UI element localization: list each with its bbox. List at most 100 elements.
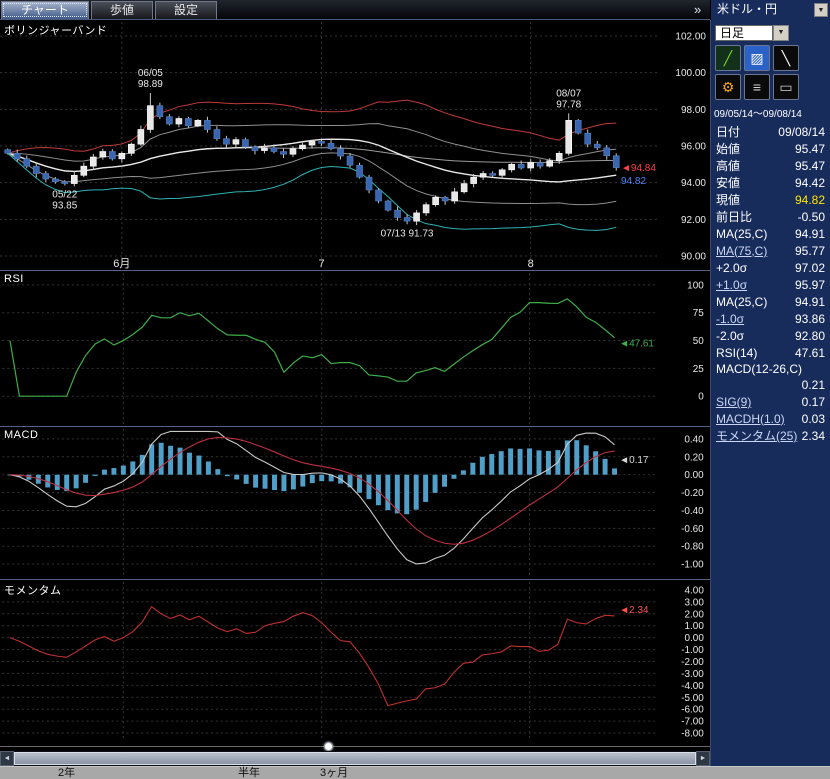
macd-panel-title: MACD <box>4 429 38 441</box>
y-axis-tick: 4.00 <box>685 585 705 596</box>
candle <box>5 150 11 154</box>
macd-hist-bar <box>603 459 608 475</box>
quote-label: -2.0σ <box>716 329 744 343</box>
tab-chart[interactable]: チャート <box>1 1 89 19</box>
y-axis-tick: 50 <box>693 336 705 347</box>
candle <box>24 159 30 166</box>
y-axis-tick: 75 <box>693 308 705 319</box>
quote-value: 0.17 <box>802 395 825 409</box>
quote-label: +2.0σ <box>716 261 747 275</box>
rsi-chart: 1007550250◄47.61 <box>0 271 710 426</box>
candle <box>395 210 401 217</box>
quote-label[interactable]: モメンタム(25) <box>716 427 797 444</box>
period-select[interactable]: 日足 <box>715 25 773 41</box>
candle <box>585 133 591 144</box>
macd-panel[interactable]: MACD 0.400.200.00-0.20-0.40-0.60-0.80-1.… <box>0 426 710 579</box>
candle <box>490 174 496 176</box>
range-option[interactable]: 2年 <box>58 767 75 779</box>
date-range-label: 09/05/14～09/08/14 <box>714 105 827 120</box>
macd-hist-bar <box>263 475 268 489</box>
chart-annotation: 07/13 91.73 <box>381 228 434 239</box>
y-axis-tick: 98.00 <box>681 105 706 116</box>
instrument-label: 米ドル・円 <box>717 2 777 16</box>
quote-value: 95.47 <box>795 159 825 173</box>
settings-gear-tool-button[interactable]: ⚙ <box>715 74 741 100</box>
instrument-selector[interactable]: 米ドル・円 ▼ <box>710 0 830 20</box>
y-axis-tick: -1.00 <box>681 560 704 571</box>
rsi-line <box>10 299 615 396</box>
macd-hist-bar <box>111 468 116 475</box>
quote-label: 前日比 <box>716 208 752 225</box>
macd-hist-bar <box>461 470 466 474</box>
range-option[interactable]: 半年 <box>238 767 260 779</box>
trendline-tool-button[interactable]: ╲ <box>773 45 799 71</box>
candle <box>128 144 134 153</box>
macd-hist-bar <box>518 449 523 475</box>
quote-row: MACDH(1.0)0.03 <box>711 410 830 427</box>
zoom-slider[interactable] <box>0 742 710 751</box>
tab-settings[interactable]: 設定 <box>155 1 217 19</box>
y-axis-tick: 96.00 <box>681 142 706 153</box>
bollinger-panel[interactable]: ボリンジャーバンド 102.00100.0098.0096.0094.0092.… <box>0 20 710 270</box>
quote-value: 95.77 <box>795 244 825 258</box>
zoom-slider-track[interactable] <box>0 746 710 747</box>
chart-annotation: 06/05 <box>138 68 163 79</box>
macd-hist-bar <box>451 475 456 479</box>
quote-label[interactable]: MACDH(1.0) <box>716 412 785 426</box>
candle <box>357 165 363 177</box>
macd-hist-bar <box>149 444 154 474</box>
quote-value: 97.02 <box>795 261 825 275</box>
chart-annotation: 08/07 <box>556 88 581 99</box>
quote-label[interactable]: SIG(9) <box>716 395 751 409</box>
candle <box>119 153 125 159</box>
candle <box>52 179 58 182</box>
scroll-right-icon[interactable]: ► <box>696 751 710 766</box>
quote-row: -2.0σ92.80 <box>711 327 830 344</box>
horizontal-line-tool-button[interactable]: ≡ <box>744 74 770 100</box>
y-axis-tick: -2.00 <box>681 657 704 668</box>
range-option[interactable]: 3ヶ月 <box>320 767 348 779</box>
settings-gear-tool-icon: ⚙ <box>722 79 735 95</box>
quote-row: SIG(9) 0.17 <box>711 393 830 410</box>
scrollbar-track[interactable] <box>14 751 696 766</box>
period-dropdown-icon[interactable]: ▼ <box>773 25 789 41</box>
candle <box>613 156 619 168</box>
pencil-tool-button[interactable]: ╱ <box>715 45 741 71</box>
x-axis-label: 7 <box>318 258 324 270</box>
trading-chart-app: チャート 歩値 設定 » 米ドル・円 ▼ ボリンジャーバンド 102.00100… <box>0 0 830 779</box>
quote-row: MA(25,C)94.91 <box>711 293 830 310</box>
quote-label: 始値 <box>716 140 740 157</box>
quote-label[interactable]: +1.0σ <box>716 278 747 292</box>
quote-label[interactable]: -1.0σ <box>716 312 744 326</box>
macd-hist-bar <box>93 475 98 476</box>
candle <box>366 177 372 190</box>
more-tabs-icon[interactable]: » <box>694 2 701 18</box>
candle <box>81 166 87 175</box>
period-selector: 日足 ▼ <box>715 25 826 41</box>
scroll-left-icon[interactable]: ◄ <box>0 751 14 766</box>
macd-hist-bar <box>527 448 532 474</box>
rsi-panel[interactable]: RSI 1007550250◄47.61 <box>0 270 710 426</box>
zoom-slider-thumb[interactable] <box>324 742 333 751</box>
tab-price-steps[interactable]: 歩値 <box>91 1 153 19</box>
scrollbar-thumb[interactable] <box>14 752 696 765</box>
candle <box>499 170 505 176</box>
candle <box>90 157 96 166</box>
quote-value: 09/08/14 <box>778 125 825 139</box>
y-axis-tick: 90.00 <box>681 252 706 263</box>
bollinger-chart: 102.00100.0098.0096.0094.0092.0090.006月7… <box>0 20 710 270</box>
candle <box>223 139 229 145</box>
quote-label[interactable]: MA(75,C) <box>716 244 767 258</box>
candle <box>252 147 258 151</box>
trendline-tool-icon: ╲ <box>782 50 790 66</box>
eraser-tool-button[interactable]: ▭ <box>773 74 799 100</box>
macd-hist-bar <box>83 475 88 483</box>
macd-hist-bar <box>291 475 296 490</box>
candle <box>461 184 467 192</box>
horizontal-scrollbar[interactable]: ◄ ► <box>0 751 710 766</box>
brush-tool-button[interactable]: ▨ <box>744 45 770 71</box>
momentum-panel[interactable]: モメンタム 4.003.002.001.000.00-1.00-2.00-3.0… <box>0 579 710 742</box>
tab-price-steps-label: 歩値 <box>110 3 134 17</box>
instrument-dropdown-icon[interactable]: ▼ <box>814 3 828 17</box>
candle <box>14 153 20 159</box>
